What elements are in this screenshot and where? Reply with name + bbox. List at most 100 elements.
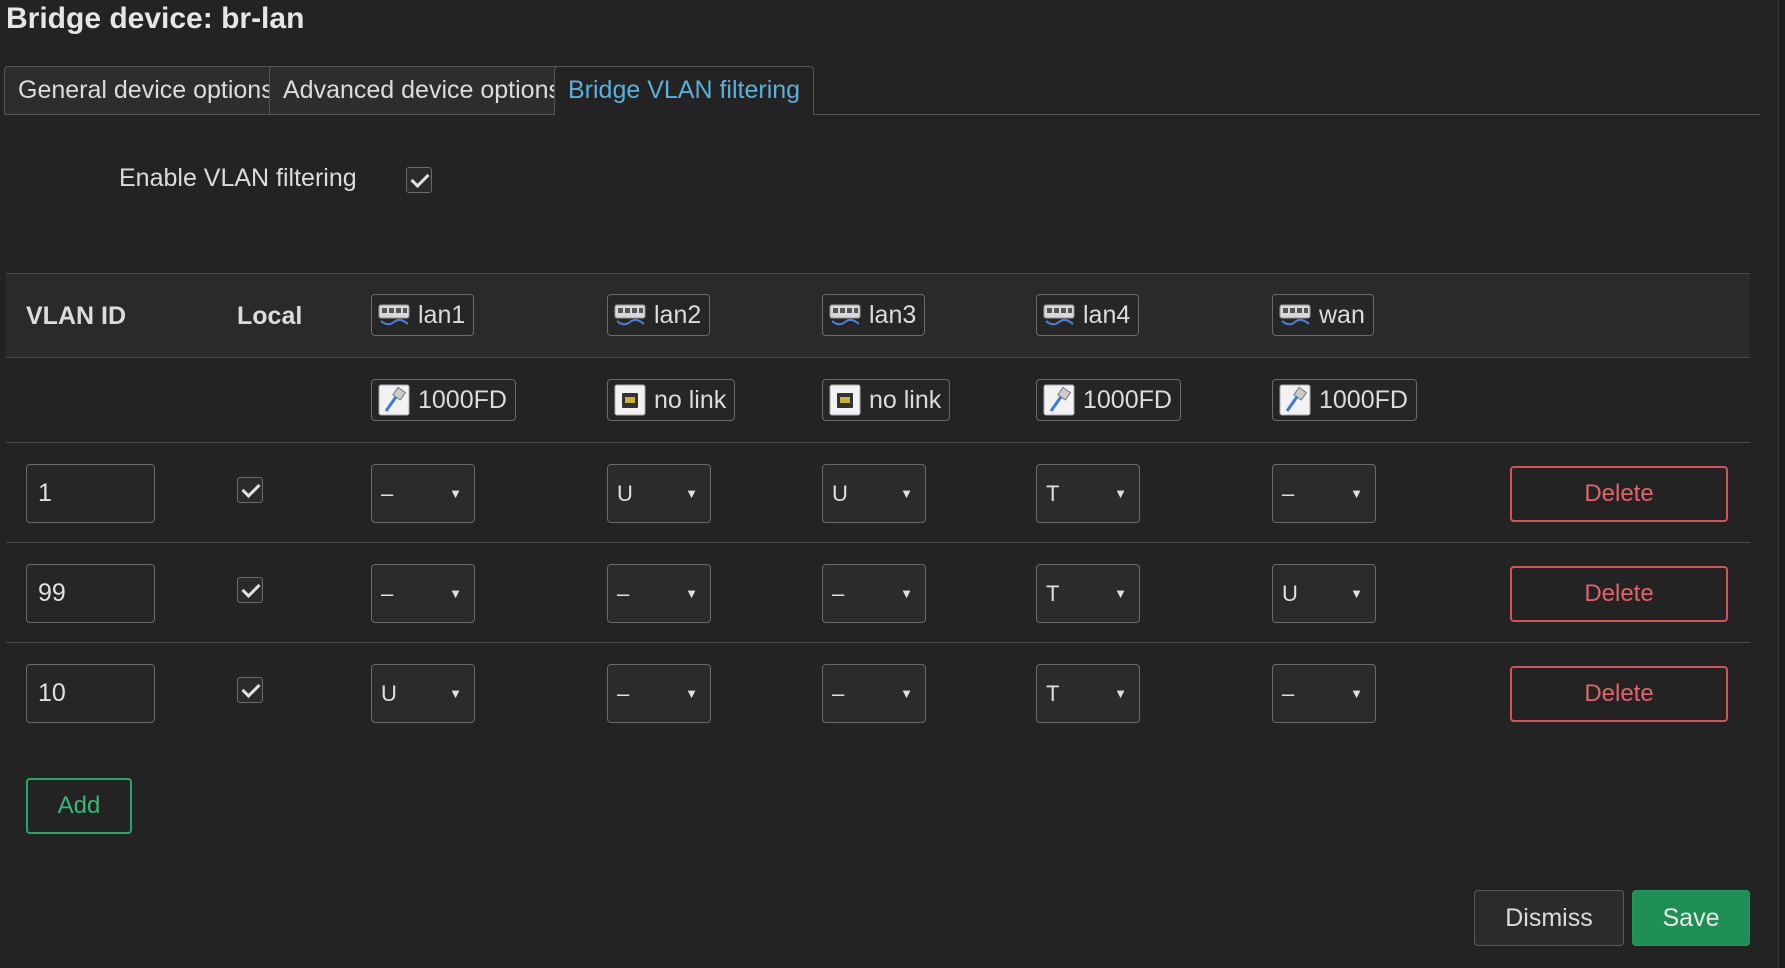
port-mode-select-lan1[interactable]: – ▼ (371, 464, 475, 523)
ethernet-port-icon (1043, 302, 1075, 328)
port-status-lan4: 1000FD (1036, 379, 1181, 421)
select-value: U (1282, 581, 1298, 606)
port-header-lan2: lan2 (607, 294, 711, 336)
select-value: – (381, 581, 394, 606)
link-status: 1000FD (418, 385, 507, 414)
delete-button[interactable]: Delete (1510, 666, 1728, 722)
chevron-down-icon: ▼ (900, 586, 913, 601)
local-checkbox[interactable] (237, 577, 263, 603)
port-mode-select-wan[interactable]: U ▼ (1272, 564, 1376, 623)
select-value: – (617, 681, 630, 706)
chevron-down-icon: ▼ (1114, 686, 1127, 701)
port-name: lan1 (418, 300, 466, 329)
port-mode-select-lan2[interactable]: – ▼ (607, 664, 711, 723)
chevron-down-icon: ▼ (685, 486, 698, 501)
select-value: T (1046, 481, 1060, 506)
port-no-link-icon (829, 384, 861, 416)
port-header-lan4: lan4 (1036, 294, 1140, 336)
port-name: wan (1319, 300, 1365, 329)
select-value: – (381, 481, 394, 506)
port-name: lan2 (654, 300, 702, 329)
delete-button[interactable]: Delete (1510, 566, 1728, 622)
chevron-down-icon: ▼ (449, 486, 462, 501)
chevron-down-icon: ▼ (685, 686, 698, 701)
select-value: U (617, 481, 633, 506)
ethernet-port-icon (829, 302, 861, 328)
port-mode-select-lan3[interactable]: U ▼ (822, 464, 926, 523)
port-mode-select-wan[interactable]: – ▼ (1272, 664, 1376, 723)
chevron-down-icon: ▼ (449, 586, 462, 601)
port-header-wan: wan (1272, 294, 1374, 336)
port-status-lan1: 1000FD (371, 379, 516, 421)
vlan-id-input[interactable]: 99 (26, 564, 155, 623)
select-value: – (832, 581, 845, 606)
tab-bar: General device options Advanced device o… (4, 66, 1760, 115)
enable-vlan-filtering-checkbox[interactable] (406, 167, 432, 193)
ethernet-port-icon (1279, 302, 1311, 328)
add-vlan-button[interactable]: Add (26, 778, 132, 834)
save-button[interactable]: Save (1632, 890, 1750, 946)
local-checkbox[interactable] (237, 677, 263, 703)
port-mode-select-wan[interactable]: – ▼ (1272, 464, 1376, 523)
chevron-down-icon: ▼ (685, 586, 698, 601)
select-value: U (832, 481, 848, 506)
cable-connected-icon (378, 384, 410, 416)
port-mode-select-lan1[interactable]: – ▼ (371, 564, 475, 623)
select-value: U (381, 681, 397, 706)
chevron-down-icon: ▼ (900, 686, 913, 701)
chevron-down-icon: ▼ (1114, 486, 1127, 501)
port-mode-select-lan4[interactable]: T ▼ (1036, 664, 1140, 723)
local-checkbox[interactable] (237, 477, 263, 503)
select-value: – (1282, 481, 1295, 506)
cable-connected-icon (1279, 384, 1311, 416)
table-status-divider (6, 442, 1750, 443)
link-status: 1000FD (1319, 385, 1408, 414)
table-row-divider (6, 642, 1750, 643)
table-row-divider (6, 542, 1750, 543)
select-value: T (1046, 681, 1060, 706)
chevron-down-icon: ▼ (1350, 486, 1363, 501)
link-status: 1000FD (1083, 385, 1172, 414)
select-value: – (832, 681, 845, 706)
scrollbar[interactable] (1778, 0, 1785, 968)
port-mode-select-lan4[interactable]: T ▼ (1036, 564, 1140, 623)
ethernet-port-icon (614, 302, 646, 328)
port-mode-select-lan3[interactable]: – ▼ (822, 664, 926, 723)
port-status-lan3: no link (822, 379, 951, 421)
port-mode-select-lan2[interactable]: U ▼ (607, 464, 711, 523)
chevron-down-icon: ▼ (1350, 586, 1363, 601)
enable-vlan-filtering-label: Enable VLAN filtering (119, 164, 357, 192)
ethernet-port-icon (378, 302, 410, 328)
select-value: T (1046, 581, 1060, 606)
port-mode-select-lan3[interactable]: – ▼ (822, 564, 926, 623)
port-status-lan2: no link (607, 379, 736, 421)
chevron-down-icon: ▼ (900, 486, 913, 501)
vlan-id-input[interactable]: 1 (26, 464, 155, 523)
table-header-divider (6, 357, 1750, 358)
tab-bridge-vlan-filtering[interactable]: Bridge VLAN filtering (554, 66, 815, 115)
select-value: – (1282, 681, 1295, 706)
link-status: no link (654, 385, 727, 414)
column-header-local: Local (237, 302, 303, 330)
cable-connected-icon (1043, 384, 1075, 416)
port-name: lan4 (1083, 300, 1131, 329)
chevron-down-icon: ▼ (449, 686, 462, 701)
select-value: – (617, 581, 630, 606)
port-mode-select-lan1[interactable]: U ▼ (371, 664, 475, 723)
port-mode-select-lan4[interactable]: T ▼ (1036, 464, 1140, 523)
tab-advanced-device-options[interactable]: Advanced device options (269, 66, 575, 114)
delete-button[interactable]: Delete (1510, 466, 1728, 522)
dialog-title: Bridge device: br-lan (6, 2, 305, 35)
port-header-lan1: lan1 (371, 294, 475, 336)
port-name: lan3 (869, 300, 917, 329)
port-mode-select-lan2[interactable]: – ▼ (607, 564, 711, 623)
vlan-id-input[interactable]: 10 (26, 664, 155, 723)
port-header-lan3: lan3 (822, 294, 926, 336)
port-status-wan: 1000FD (1272, 379, 1417, 421)
chevron-down-icon: ▼ (1114, 586, 1127, 601)
tab-general-device-options[interactable]: General device options (4, 66, 288, 114)
chevron-down-icon: ▼ (1350, 686, 1363, 701)
link-status: no link (869, 385, 942, 414)
dismiss-button[interactable]: Dismiss (1474, 890, 1624, 946)
port-no-link-icon (614, 384, 646, 416)
